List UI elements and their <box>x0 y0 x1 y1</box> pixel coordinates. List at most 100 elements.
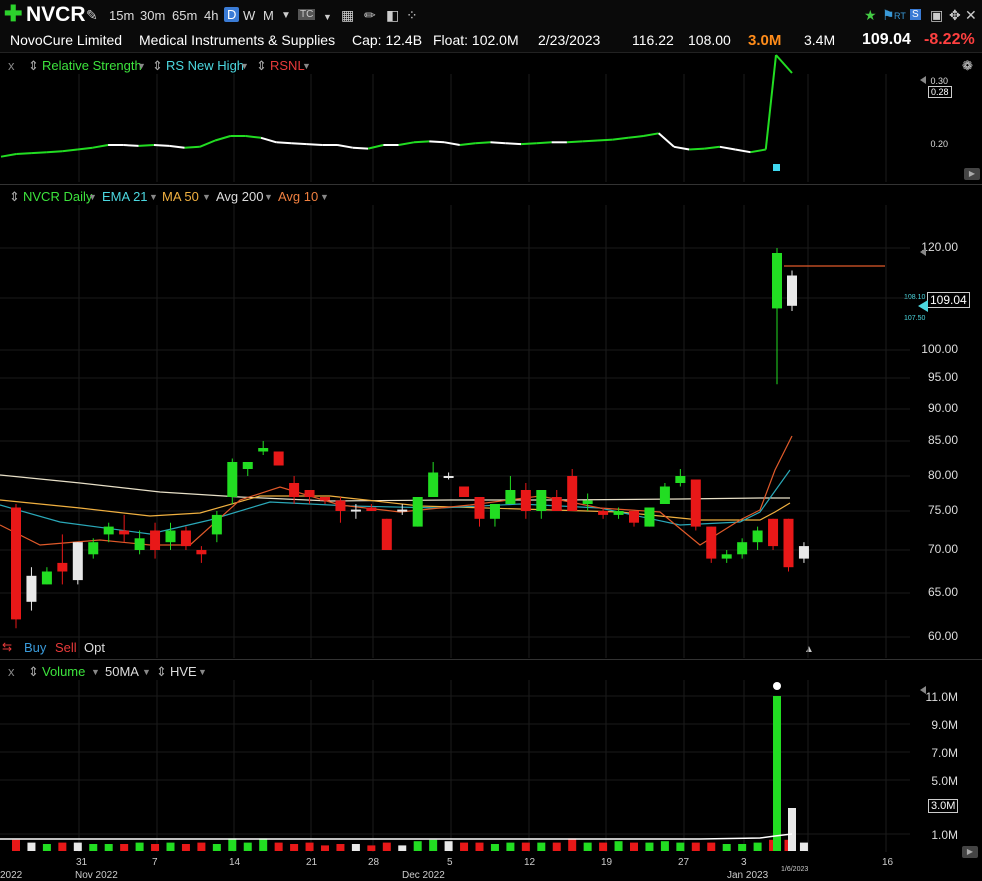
candle-body <box>644 507 655 527</box>
volume-bar <box>599 842 608 851</box>
x-axis-day-label: 16 <box>882 857 894 868</box>
volume-bar <box>73 842 82 851</box>
volume-bar <box>788 808 796 851</box>
candle-body <box>211 514 222 535</box>
volume-bar <box>722 844 731 851</box>
candle-body <box>798 546 809 559</box>
rs-line-segment <box>627 135 644 139</box>
volume-bar <box>305 842 314 851</box>
volume-scroll-right-button[interactable]: ▶ <box>962 846 978 858</box>
volume-bar <box>490 844 499 851</box>
price-pointer-icon <box>918 300 928 312</box>
rs-line-segment <box>77 146 93 151</box>
ema-21-line <box>0 469 791 535</box>
rs-line-segment <box>597 138 613 142</box>
rs-line-segment <box>520 142 537 146</box>
x-axis-day-label: 3 <box>741 857 747 868</box>
volume-bar <box>521 842 530 851</box>
volume-bar <box>382 842 391 851</box>
rs-line-segment <box>214 135 231 142</box>
rs-line-segment <box>398 141 415 146</box>
candle-body <box>536 490 547 511</box>
candle-body <box>289 483 300 497</box>
rs-line-segment <box>475 141 491 145</box>
rs-line-segment <box>505 142 522 146</box>
rs-line-segment <box>719 145 736 151</box>
candle-body <box>150 530 161 550</box>
candle-body <box>752 530 763 543</box>
volume-bar <box>583 842 592 851</box>
volume-bar <box>614 841 623 851</box>
rs-line-segment <box>16 152 32 155</box>
candle-body <box>258 448 269 452</box>
axis-pointer-icon <box>920 686 926 694</box>
volume-bar <box>506 842 515 851</box>
volume-bar <box>151 844 160 851</box>
volume-bar <box>42 844 51 851</box>
candle-body <box>443 476 454 478</box>
volume-bar <box>738 844 747 851</box>
volume-bar <box>444 841 453 851</box>
volume-bar <box>753 842 762 851</box>
rs-scroll-right-button[interactable]: ▶ <box>964 168 980 180</box>
rs-line-segment <box>582 139 598 143</box>
volume-bar <box>429 839 438 851</box>
candle-body <box>180 530 191 547</box>
avg-200-line <box>0 474 790 502</box>
candle-body <box>304 490 315 497</box>
candle-body <box>227 462 238 497</box>
candle-body <box>11 507 21 620</box>
rs-line-segment <box>199 139 216 148</box>
x-axis-month-label: 2022 <box>0 870 23 881</box>
candle-body <box>57 562 68 572</box>
candle-body <box>103 526 114 535</box>
rs-line-segment <box>260 136 277 144</box>
avg-10-line <box>0 435 793 546</box>
volume-bar <box>645 842 654 851</box>
axis-pointer-icon <box>920 248 926 256</box>
candle-body <box>320 497 330 501</box>
rs-line-segment <box>459 142 476 146</box>
candle-body <box>72 542 83 581</box>
volume-bar <box>398 845 407 851</box>
volume-bar <box>660 841 669 851</box>
candle-body <box>783 518 794 568</box>
volume-bar <box>212 844 221 851</box>
rs-line-segment <box>0 153 17 158</box>
rs-line-segment <box>306 143 323 146</box>
x-axis-day-label: 1/6/2023 <box>781 866 809 873</box>
candle-body <box>335 500 346 511</box>
candle-body <box>706 526 717 559</box>
rs-line-segment <box>490 141 506 145</box>
candle-body <box>690 479 701 527</box>
candle-body <box>489 504 500 519</box>
volume-bar <box>773 696 781 851</box>
rs-line-segment <box>245 135 262 139</box>
candle-body <box>366 507 377 511</box>
volume-bar <box>799 842 808 851</box>
rs-line-segment <box>123 144 139 147</box>
x-axis-day-label: 21 <box>306 857 318 868</box>
candle-body <box>459 486 470 497</box>
candle-body <box>768 518 779 547</box>
candle-body <box>26 575 37 602</box>
candle-body <box>428 472 439 497</box>
x-axis-day-label: 28 <box>368 857 380 868</box>
x-axis-day-label: 7 <box>152 857 158 868</box>
rs-line-segment <box>169 144 185 149</box>
volume-bar <box>321 845 329 851</box>
x-axis-day-label: 27 <box>678 857 690 868</box>
candle-body <box>567 476 578 511</box>
candle-body <box>629 511 639 523</box>
rs-line-segment <box>138 144 155 147</box>
volume-bar <box>630 842 638 851</box>
rs-line-segment <box>658 132 675 148</box>
candle-body <box>134 538 145 550</box>
volume-bar <box>58 842 67 851</box>
rs-line-segment <box>31 151 47 155</box>
rs-line-segment <box>689 147 705 151</box>
rs-line-segment <box>704 145 720 150</box>
candle-body <box>598 511 609 515</box>
rs-new-high-marker <box>773 164 780 171</box>
chart-canvas[interactable] <box>0 0 982 881</box>
